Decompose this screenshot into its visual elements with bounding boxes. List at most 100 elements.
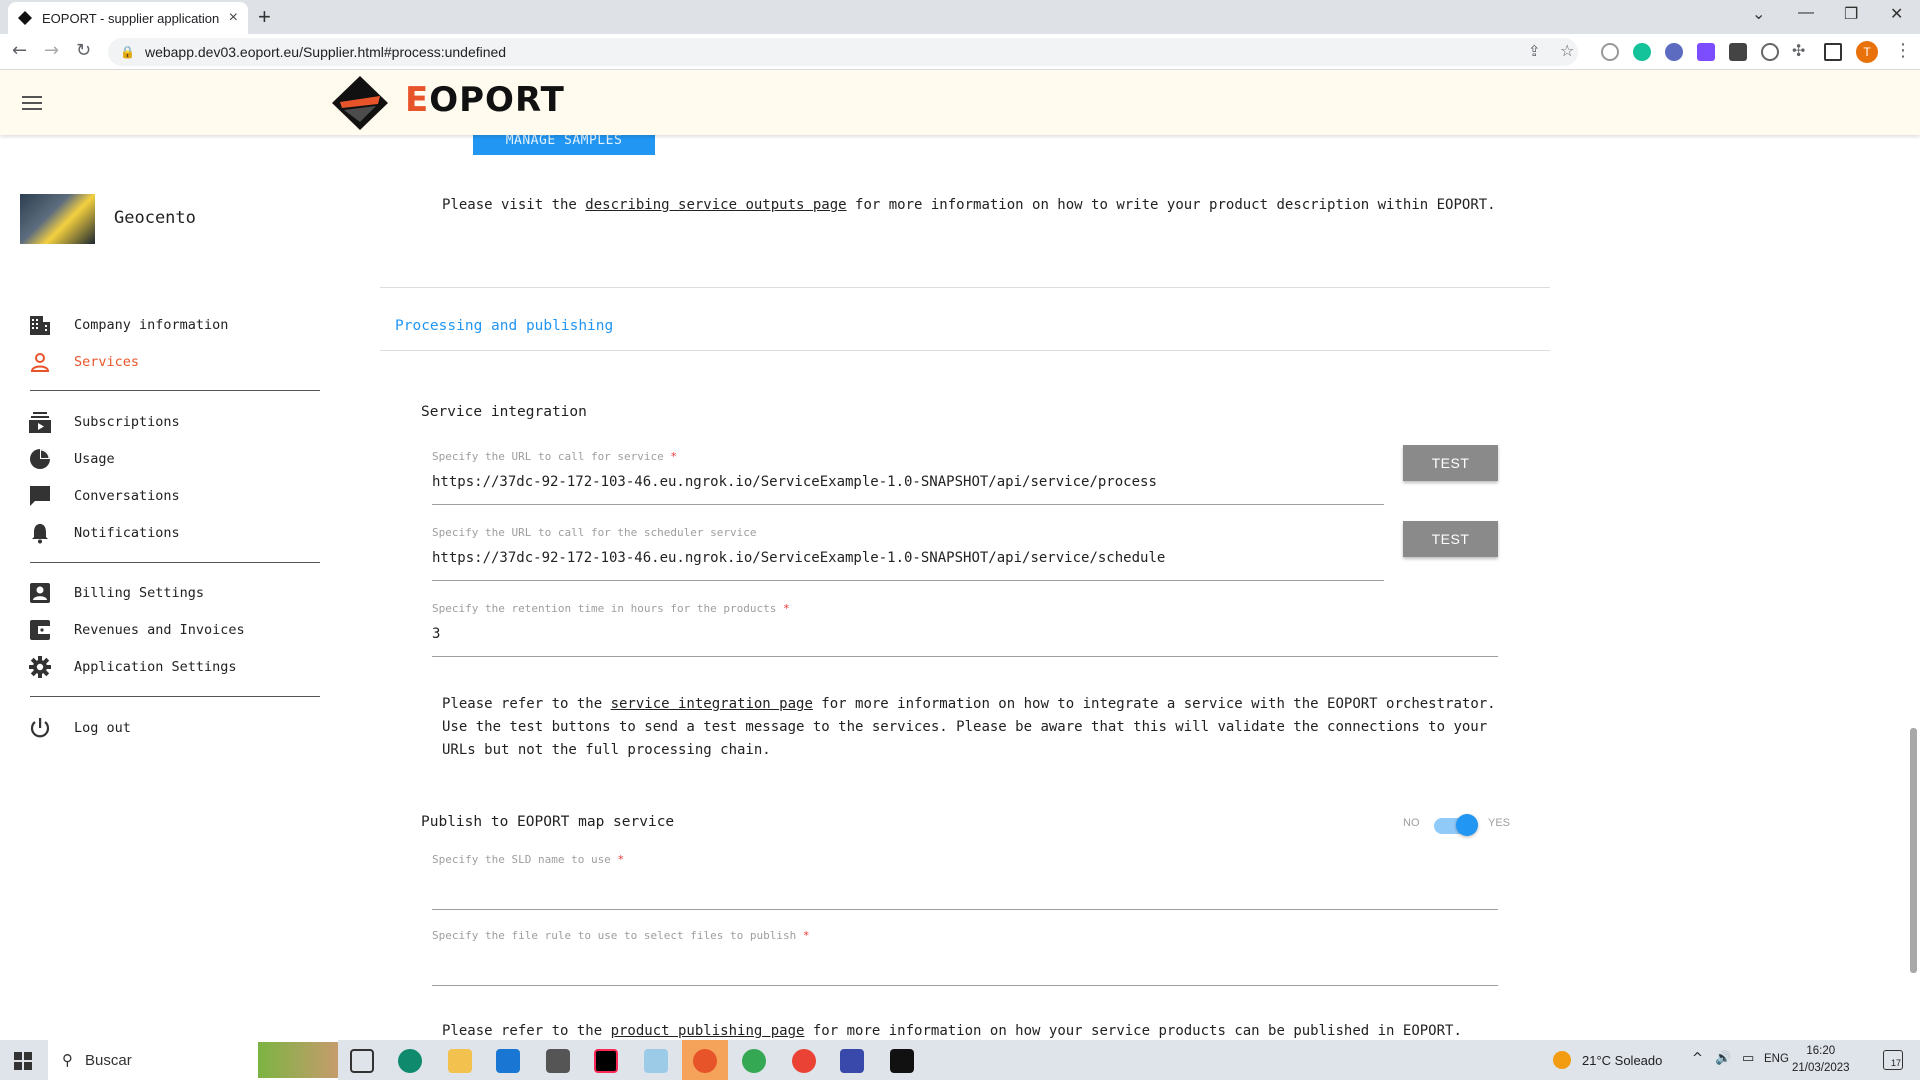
intellij-icon[interactable] bbox=[594, 1049, 618, 1073]
describing-service-outputs-link[interactable]: describing service outputs page bbox=[585, 197, 846, 213]
chat-bubble-icon bbox=[28, 484, 52, 508]
url-input[interactable]: 🔒 webapp.dev03.eoport.eu/Supplier.html#p… bbox=[108, 38, 1578, 66]
service-url-label: Specify the URL to call for service * bbox=[432, 450, 678, 463]
notes-app-icon[interactable] bbox=[644, 1049, 668, 1073]
service-integration-heading: Service integration bbox=[421, 404, 587, 420]
company-logo bbox=[20, 194, 95, 244]
tab-search-icon[interactable]: ⌄ bbox=[1752, 4, 1765, 24]
pie-chart-icon bbox=[28, 447, 52, 471]
test-scheduler-url-button[interactable]: TEST bbox=[1403, 521, 1498, 557]
weather-text[interactable]: 21°C Soleado bbox=[1582, 1053, 1662, 1068]
address-bar: ← → ↻ 🔒 webapp.dev03.eoport.eu/Supplier.… bbox=[0, 34, 1920, 70]
volume-icon[interactable]: 🔊 bbox=[1715, 1051, 1731, 1066]
sidebar-item-revenues-and-invoices[interactable]: Revenues and Invoices bbox=[28, 615, 320, 645]
scheduler-url-input[interactable]: https://37dc-92-172-103-46.eu.ngrok.io/S… bbox=[432, 550, 1165, 566]
sidebar-item-conversations[interactable]: Conversations bbox=[28, 481, 320, 511]
service-integration-link[interactable]: service integration page bbox=[611, 696, 813, 712]
sld-name-input[interactable] bbox=[432, 909, 1498, 910]
notifications-center-icon[interactable]: 17 bbox=[1883, 1050, 1903, 1070]
page-scrollbar[interactable] bbox=[1910, 728, 1917, 973]
menu-dots-icon[interactable]: ⋮ bbox=[1894, 40, 1912, 61]
sidebar-item-billing-settings[interactable]: Billing Settings bbox=[28, 578, 320, 608]
extension-icon[interactable] bbox=[1665, 43, 1683, 61]
service-url-input[interactable]: https://37dc-92-172-103-46.eu.ngrok.io/S… bbox=[432, 474, 1157, 490]
taskbar-search-input[interactable]: ⚲ Buscar bbox=[48, 1040, 338, 1080]
profile-avatar[interactable]: T bbox=[1856, 41, 1878, 63]
mail-icon[interactable] bbox=[496, 1049, 520, 1073]
service-url-underline bbox=[432, 504, 1384, 505]
windows-start-icon[interactable] bbox=[14, 1052, 32, 1070]
search-highlight-image bbox=[258, 1042, 338, 1078]
new-tab-button[interactable]: + bbox=[258, 4, 271, 30]
sidebar-item-application-settings[interactable]: Application Settings bbox=[28, 652, 320, 682]
retention-underline bbox=[432, 656, 1498, 657]
windows-taskbar: ⚲ Buscar 21°C Soleado ^ 🔊 ▭ ENG 16:20 21… bbox=[0, 1040, 1920, 1080]
integration-help-text: Please refer to the service integration … bbox=[442, 696, 1496, 758]
hamburger-menu-icon[interactable] bbox=[22, 96, 42, 110]
product-publishing-link[interactable]: product publishing page bbox=[611, 1023, 805, 1039]
back-icon[interactable]: ← bbox=[12, 40, 27, 61]
company-name: Geocento bbox=[114, 208, 196, 228]
toggle-no-label: NO bbox=[1403, 817, 1420, 829]
sidebar-item-log-out[interactable]: Log out bbox=[28, 713, 320, 743]
share-icon[interactable]: ⇪ bbox=[1528, 42, 1541, 60]
remote-desktop-icon[interactable] bbox=[840, 1049, 864, 1073]
network-icon[interactable]: ▭ bbox=[1742, 1051, 1754, 1066]
side-panel-icon[interactable] bbox=[1824, 43, 1842, 61]
search-icon: ⚲ bbox=[62, 1051, 73, 1069]
sidebar-item-label: Revenues and Invoices bbox=[74, 622, 245, 638]
file-rule-input[interactable] bbox=[432, 985, 1498, 986]
browser-tab[interactable]: EOPORT - supplier application × bbox=[8, 2, 248, 34]
subscriptions-icon bbox=[28, 410, 52, 434]
extension-icon[interactable] bbox=[1697, 43, 1715, 61]
sld-name-label: Specify the SLD name to use * bbox=[432, 853, 625, 866]
account-box-icon bbox=[28, 581, 52, 605]
sidebar-item-company-information[interactable]: Company information bbox=[28, 310, 320, 340]
edge-browser-icon[interactable] bbox=[398, 1049, 422, 1073]
sidebar-item-services[interactable]: Services bbox=[28, 347, 320, 377]
sidebar-divider bbox=[30, 696, 320, 697]
lock-icon: 🔒 bbox=[120, 45, 135, 59]
sidebar-item-subscriptions[interactable]: Subscriptions bbox=[28, 407, 320, 437]
tab-close-icon[interactable]: × bbox=[229, 9, 238, 27]
weather-sun-icon bbox=[1553, 1051, 1571, 1069]
power-icon bbox=[28, 716, 52, 740]
extension-icon[interactable] bbox=[1761, 43, 1779, 61]
chrome-icon[interactable] bbox=[693, 1049, 717, 1073]
toggle-yes-label: YES bbox=[1488, 817, 1511, 829]
chrome-icon[interactable] bbox=[742, 1049, 766, 1073]
section-divider bbox=[380, 350, 1550, 351]
forward-icon[interactable]: → bbox=[44, 40, 59, 61]
eoport-logo-icon bbox=[332, 76, 388, 130]
test-service-url-button[interactable]: TEST bbox=[1403, 445, 1498, 481]
minimize-icon[interactable]: — bbox=[1798, 4, 1814, 22]
chrome-icon[interactable] bbox=[792, 1049, 816, 1073]
file-explorer-icon[interactable] bbox=[448, 1049, 472, 1073]
grammarly-icon[interactable] bbox=[1633, 43, 1651, 61]
bell-icon bbox=[28, 521, 52, 545]
restore-icon[interactable]: ❐ bbox=[1844, 4, 1858, 24]
close-window-icon[interactable]: ✕ bbox=[1890, 4, 1903, 24]
section-title[interactable]: Processing and publishing bbox=[395, 318, 613, 334]
task-view-icon[interactable] bbox=[350, 1049, 374, 1073]
terminal-icon[interactable] bbox=[890, 1049, 914, 1073]
sidebar-item-usage[interactable]: Usage bbox=[28, 444, 320, 474]
bookmark-star-icon[interactable]: ☆ bbox=[1560, 41, 1574, 60]
file-rule-label: Specify the file rule to use to select f… bbox=[432, 929, 810, 942]
building-icon bbox=[28, 313, 52, 337]
sidebar-item-notifications[interactable]: Notifications bbox=[28, 518, 320, 548]
extension-icon[interactable] bbox=[1601, 43, 1619, 61]
sidebar-item-label: Application Settings bbox=[74, 659, 237, 675]
retention-input[interactable]: 3 bbox=[432, 626, 440, 642]
tab-title: EOPORT - supplier application bbox=[42, 10, 220, 26]
store-icon[interactable] bbox=[546, 1049, 570, 1073]
language-indicator[interactable]: ENG bbox=[1764, 1053, 1789, 1065]
publish-toggle-knob[interactable] bbox=[1456, 814, 1478, 836]
extension-icon[interactable] bbox=[1729, 43, 1747, 61]
reload-icon[interactable]: ↻ bbox=[76, 40, 91, 61]
tray-chevron-icon[interactable]: ^ bbox=[1692, 1051, 1703, 1066]
extensions-puzzle-icon[interactable]: ✣ bbox=[1792, 41, 1805, 60]
eoport-logo-text: EOPORT bbox=[405, 80, 565, 120]
url-text: webapp.dev03.eoport.eu/Supplier.html#pro… bbox=[144, 44, 507, 60]
taskbar-clock[interactable]: 16:20 21/03/2023 bbox=[1792, 1043, 1850, 1077]
